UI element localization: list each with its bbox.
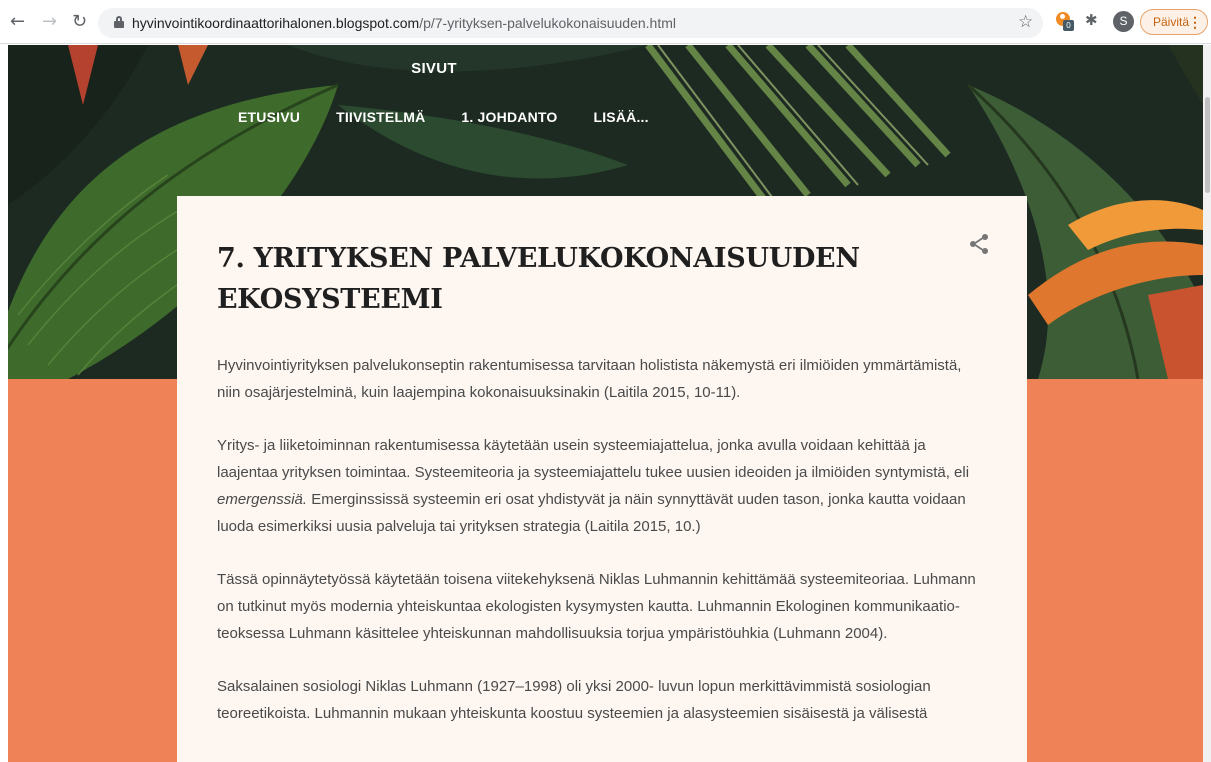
page-viewport: SIVUT ETUSIVU TIIVISTELMÄ 1. JOHDANTO LI… — [0, 45, 1211, 762]
blog-page-nav: ETUSIVU TIIVISTELMÄ 1. JOHDANTO LISÄÄ... — [238, 109, 685, 125]
post-paragraph: Yritys- ja liiketoiminnan rakentumisessa… — [217, 432, 977, 540]
post-title: 7. YRITYKSEN PALVELUKOKONAISUUDEN EKOSYS… — [217, 243, 860, 315]
post-body: Hyvinvointiyrityksen palvelukonseptin ra… — [217, 352, 977, 753]
post-paragraph: Hyvinvointiyrityksen palvelukonseptin ra… — [217, 357, 962, 401]
extension-badge: 0 — [1063, 20, 1074, 31]
left-gutter — [0, 45, 8, 762]
nav-item-etusivu[interactable]: ETUSIVU — [238, 109, 300, 125]
url-path: /p/7-yrityksen-palvelukokonaisuuden.html — [419, 15, 676, 31]
url-host: hyvinvointikoordinaattorihalonen.blogspo… — [132, 15, 420, 31]
address-bar[interactable]: hyvinvointikoordinaattorihalonen.blogspo… — [98, 8, 1043, 38]
lock-icon — [114, 16, 124, 28]
profile-avatar[interactable]: S — [1113, 11, 1134, 32]
share-icon[interactable] — [967, 232, 991, 256]
bookmark-star-icon[interactable]: ☆ — [1018, 12, 1033, 32]
paragraph-text: Yritys- ja liiketoiminnan rakentumisessa… — [217, 437, 970, 481]
post-card: 7. YRITYKSEN PALVELUKOKONAISUUDEN EKOSYS… — [177, 196, 1027, 762]
extension-icon[interactable]: 0 — [1056, 12, 1074, 31]
post-paragraph: Tässä opinnäytetyössä käytetään toisena … — [217, 571, 976, 642]
extensions-puzzle-icon[interactable]: ✱ — [1085, 11, 1098, 29]
nav-item-more[interactable]: LISÄÄ... — [593, 109, 648, 125]
scrollbar-thumb[interactable] — [1205, 97, 1210, 193]
update-label: Päivitä — [1153, 15, 1190, 29]
url-text[interactable]: hyvinvointikoordinaattorihalonen.blogspo… — [132, 15, 676, 31]
arrow-right-icon[interactable]: → — [42, 13, 57, 31]
emphasis-text: emergenssiä. — [217, 491, 308, 508]
reload-icon[interactable]: ↻ — [72, 13, 87, 31]
pages-heading: SIVUT — [411, 60, 457, 77]
arrow-left-icon[interactable]: ← — [10, 13, 25, 31]
nav-item-johdanto[interactable]: 1. JOHDANTO — [461, 109, 557, 125]
menu-kebab-icon[interactable]: ⋮ — [1188, 10, 1202, 34]
paragraph-text: Emerginssissä systeemin eri osat yhdisty… — [217, 491, 966, 535]
post-paragraph: Saksalainen sosiologi Niklas Luhmann (19… — [217, 678, 931, 722]
update-button[interactable]: Päivitä ⋮ — [1140, 9, 1208, 35]
nav-item-tiivistelma[interactable]: TIIVISTELMÄ — [336, 109, 425, 125]
browser-toolbar: ← → ↻ hyvinvointikoordinaattorihalonen.b… — [0, 0, 1211, 44]
